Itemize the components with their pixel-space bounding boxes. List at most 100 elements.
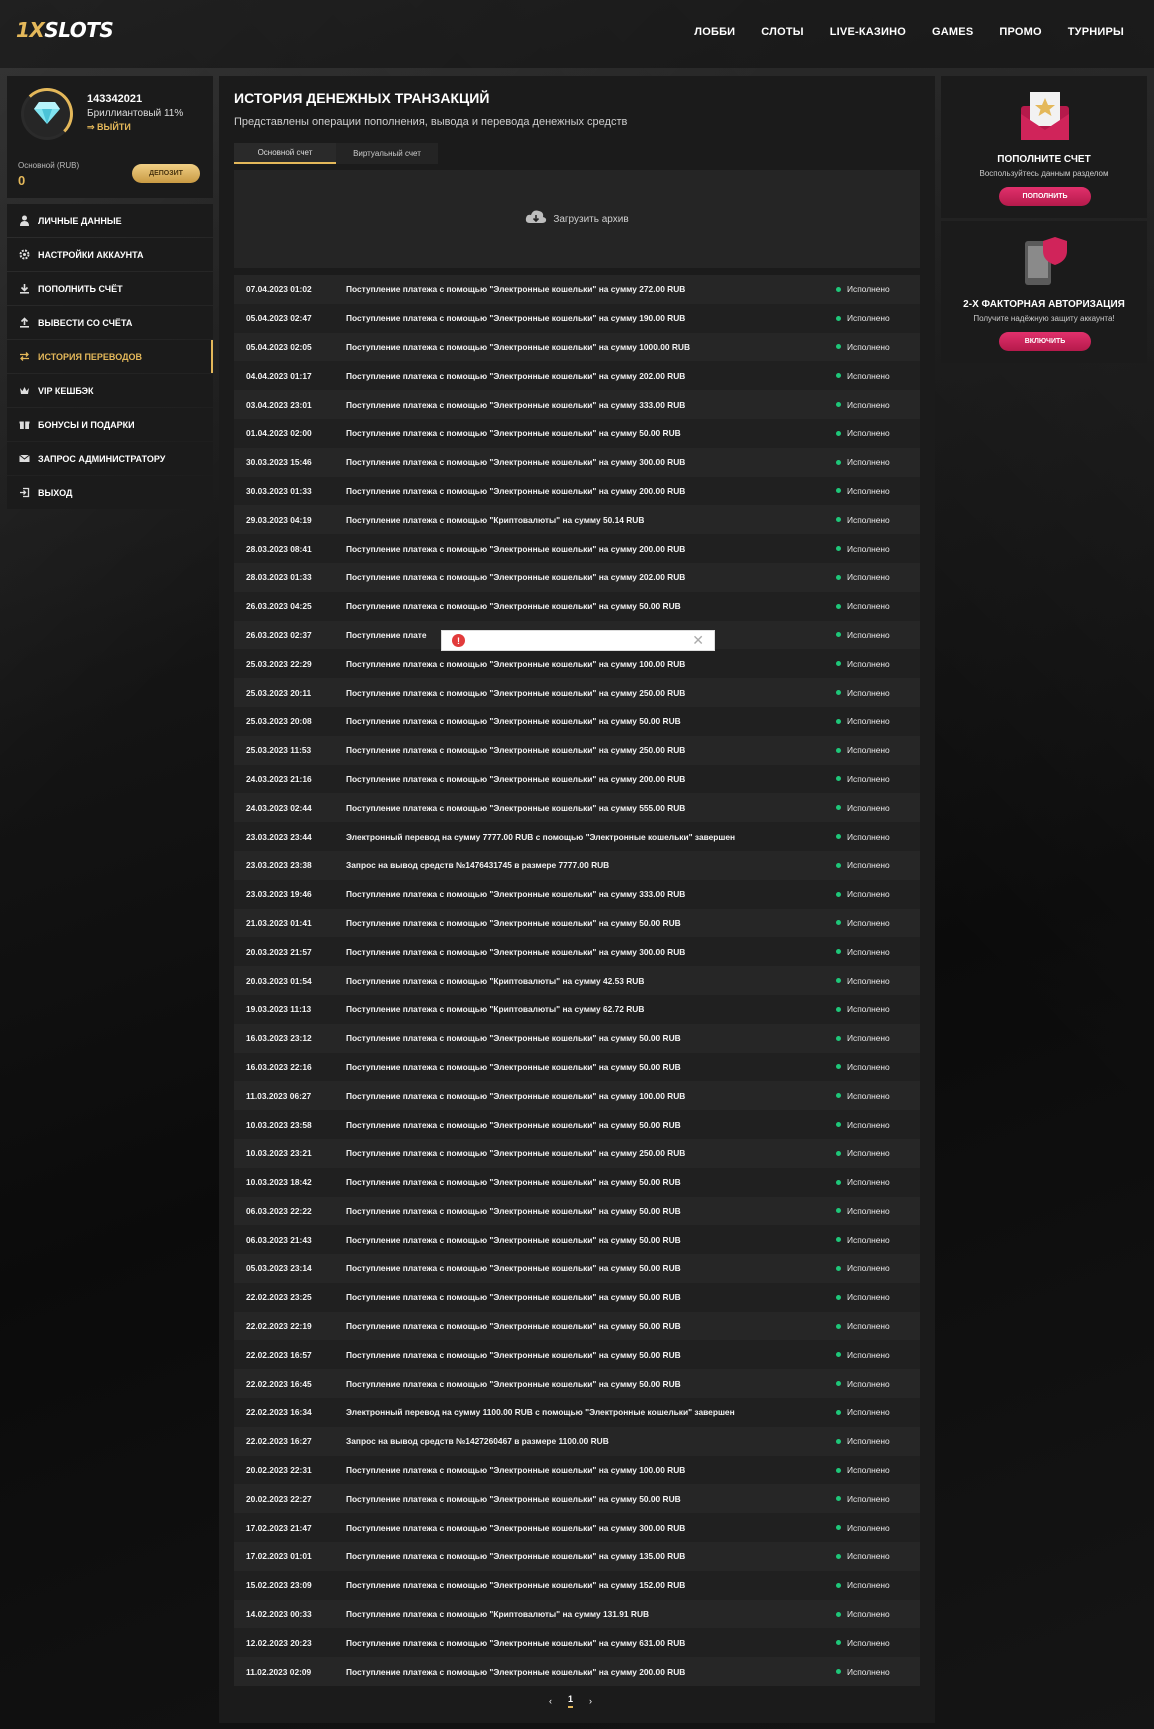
tx-date: 22.02.2023 23:25: [246, 1292, 312, 1303]
tx-status: Исполнено: [836, 1033, 920, 1043]
prev-page-icon[interactable]: ‹: [549, 1696, 552, 1706]
sidebar-item-vip-cashback[interactable]: VIP КЕШБЭК: [7, 374, 213, 407]
tab-main-account[interactable]: Основной счет: [234, 143, 336, 164]
nav-promo[interactable]: ПРОМО: [999, 26, 1041, 38]
tx-status-label: Исполнено: [847, 1407, 890, 1418]
tx-status-label: Исполнено: [847, 1465, 890, 1476]
sidebar-item-exit[interactable]: ВЫХОД: [7, 476, 213, 509]
tx-date: 19.03.2023 11:13: [246, 1004, 312, 1015]
tx-status: Исполнено: [836, 284, 920, 294]
table-row: 05.03.2023 23:14 Поступление платежа с по…: [234, 1254, 920, 1283]
status-dot-icon: [836, 920, 841, 926]
tx-description: Поступление платежа с помощью "Электронн…: [346, 889, 686, 900]
status-dot-icon: [836, 1035, 841, 1041]
sidebar-item-deposit[interactable]: ПОПОЛНИТЬ СЧЁТ: [7, 272, 213, 305]
sidebar-item-admin-request[interactable]: ЗАПРОС АДМИНИСТРАТОРУ: [7, 442, 213, 475]
tx-status-label: Исполнено: [847, 687, 890, 698]
tx-description: Поступление платежа с помощью "Электронн…: [346, 745, 686, 756]
status-dot-icon: [836, 402, 841, 408]
sidebar-item-personal-data[interactable]: ЛИЧНЫЕ ДАННЫЕ: [7, 204, 213, 237]
table-row: 25.03.2023 11:53 Поступление платежа с по…: [234, 735, 920, 765]
tx-date: 20.03.2023 21:57: [246, 946, 312, 957]
sidebar-item-bonuses[interactable]: БОНУСЫ И ПОДАРКИ: [7, 408, 213, 441]
sidebar-item-withdraw[interactable]: ВЫВЕСТИ СО СЧЁТА: [7, 306, 213, 339]
tx-description: Поступление платежа с помощью "Электронн…: [346, 284, 686, 295]
status-dot-icon: [836, 834, 841, 840]
download-archive-button[interactable]: Загрузить архив: [234, 170, 920, 268]
table-row: 15.02.2023 23:09 Поступление платежа с по…: [234, 1570, 920, 1600]
sidebar-item-label: БОНУСЫ И ПОДАРКИ: [38, 419, 135, 430]
logo[interactable]: 1XSLOTS: [16, 18, 114, 42]
status-dot-icon: [836, 1611, 841, 1617]
status-dot-icon: [836, 1179, 841, 1185]
tx-date: 20.02.2023 22:31: [246, 1465, 312, 1476]
tx-description: Поступление платежа с помощью "Электронн…: [346, 457, 686, 468]
tx-description: Поступление платежа с помощью "Электронн…: [346, 1551, 686, 1562]
close-icon[interactable]: ✕: [692, 632, 704, 649]
transfer-icon: [18, 351, 30, 363]
page-number[interactable]: 1: [568, 1694, 574, 1708]
table-row: 19.03.2023 11:13 Поступление платежа с по…: [234, 994, 920, 1024]
table-row: 16.03.2023 23:12 Поступление платежа с по…: [234, 1023, 920, 1053]
nav-slots[interactable]: СЛОТЫ: [761, 26, 803, 38]
tx-status: Исполнено: [836, 1609, 920, 1619]
crown-icon: [18, 385, 30, 397]
tx-date: 22.02.2023 22:19: [246, 1321, 312, 1332]
tx-status-label: Исполнено: [847, 313, 890, 324]
tx-status-label: Исполнено: [847, 946, 890, 957]
next-page-icon[interactable]: ›: [589, 1696, 592, 1706]
nav-lobby[interactable]: ЛОББИ: [694, 26, 735, 38]
table-row: 26.03.2023 04:25 Поступление платежа с по…: [234, 591, 920, 621]
logo-part-2: SLOTS: [44, 18, 114, 42]
logout-link[interactable]: ⇒ ВЫЙТИ: [87, 122, 131, 133]
status-dot-icon: [836, 315, 841, 321]
tx-status: Исполнено: [836, 1004, 920, 1014]
tx-status-label: Исполнено: [847, 773, 890, 784]
tab-virtual-account[interactable]: Виртуальный счет: [336, 143, 438, 164]
nav-tournaments[interactable]: ТУРНИРЫ: [1068, 26, 1124, 38]
status-dot-icon: [836, 1381, 841, 1387]
tx-description: Запрос на вывод средств №1427260467 в ра…: [346, 1436, 609, 1447]
tx-status-label: Исполнено: [847, 1436, 890, 1447]
main-nav: ЛОББИ СЛОТЫ LIVE-КАЗИНО GAMES ПРОМО ТУРН…: [694, 26, 1124, 38]
deposit-button[interactable]: ДЕПОЗИТ: [132, 164, 200, 183]
tx-description: Поступление платежа с помощью "Электронн…: [346, 341, 690, 352]
tx-description: Электронный перевод на сумму 7777.00 RUB…: [346, 831, 736, 842]
sidebar-item-account-settings[interactable]: НАСТРОЙКИ АККАУНТА: [7, 238, 213, 271]
tx-status-label: Исполнено: [847, 1493, 890, 1504]
table-row: 22.02.2023 16:45 Поступление платежа с по…: [234, 1369, 920, 1399]
tx-description: Поступление платежа с помощью "Электронн…: [346, 601, 681, 612]
sidebar-item-label: ПОПОЛНИТЬ СЧЁТ: [38, 283, 123, 294]
status-dot-icon: [836, 978, 841, 984]
tx-status: Исполнено: [836, 1667, 920, 1677]
deposit-widget: ПОПОЛНИТЕ СЧЕТ Воспользуйтесь данным раз…: [941, 76, 1147, 218]
status-dot-icon: [836, 373, 841, 379]
table-row: 30.03.2023 01:33 Поступление платежа с по…: [234, 476, 920, 506]
status-dot-icon: [836, 574, 841, 580]
table-row: 21.03.2023 01:41 Поступление платежа с по…: [234, 908, 920, 938]
nav-games[interactable]: GAMES: [932, 26, 973, 38]
logo-part-1: 1X: [16, 18, 45, 42]
tx-date: 05.04.2023 02:05: [246, 341, 312, 352]
top-up-button[interactable]: ПОПОЛНИТЬ: [999, 187, 1091, 206]
table-row: 23.03.2023 23:38 Запрос на вывод средств …: [234, 850, 920, 880]
nav-live-casino[interactable]: LIVE-КАЗИНО: [830, 26, 906, 38]
enable-2fa-button[interactable]: ВКЛЮЧИТЬ: [999, 332, 1091, 351]
status-dot-icon: [836, 1006, 841, 1012]
tx-status: Исполнено: [836, 860, 920, 870]
tx-description: Поступление платежа с помощью "Электронн…: [346, 1292, 681, 1303]
tx-date: 05.03.2023 23:14: [246, 1263, 312, 1274]
tx-date: 25.03.2023 20:08: [246, 716, 312, 727]
table-row: 24.03.2023 21:16 Поступление платежа с по…: [234, 764, 920, 794]
status-dot-icon: [836, 344, 841, 350]
status-dot-icon: [836, 1467, 841, 1473]
sidebar-item-transfer-history[interactable]: ИСТОРИЯ ПЕРЕВОДОВ: [7, 340, 213, 373]
tx-status-label: Исполнено: [847, 1263, 890, 1274]
tx-status: Исполнено: [836, 515, 920, 525]
error-toast: ! ✕: [441, 630, 715, 651]
tx-status: Исполнено: [836, 1321, 920, 1331]
tx-date: 12.02.2023 20:23: [246, 1637, 312, 1648]
tx-status: Исполнено: [836, 803, 920, 813]
tx-description: Поступление платежа с помощью "Электронн…: [346, 1522, 686, 1533]
table-row: 20.03.2023 01:54 Поступление платежа с по…: [234, 966, 920, 995]
